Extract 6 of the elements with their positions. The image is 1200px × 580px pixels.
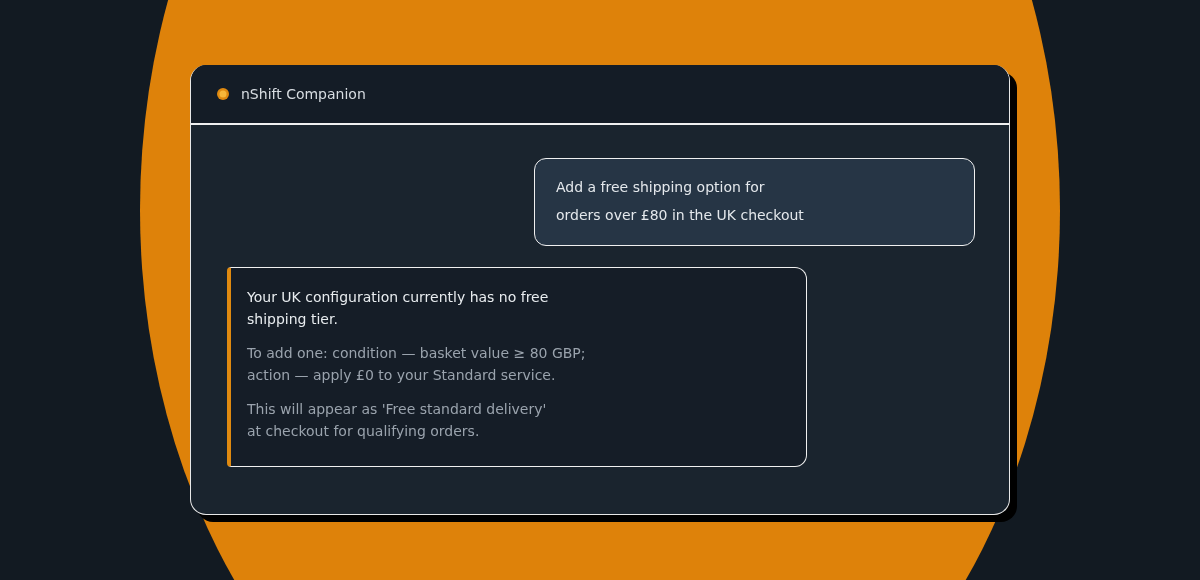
message-text: Your UK configuration currently has no free shipping tier.: [247, 288, 550, 329]
status-dot-icon: [216, 87, 230, 101]
window-title: nShift Companion: [241, 86, 366, 102]
message-text: This will appear as 'Free standard delivery' at checkout for qualifying orders.: [247, 400, 548, 441]
message-text: To add one: condition — basket value ≥ 80 GBP; action — apply £0 to your Standard service.: [247, 344, 587, 385]
message-text: Add a free shipping option for orders over £80 in the UK checkout: [556, 178, 805, 225]
